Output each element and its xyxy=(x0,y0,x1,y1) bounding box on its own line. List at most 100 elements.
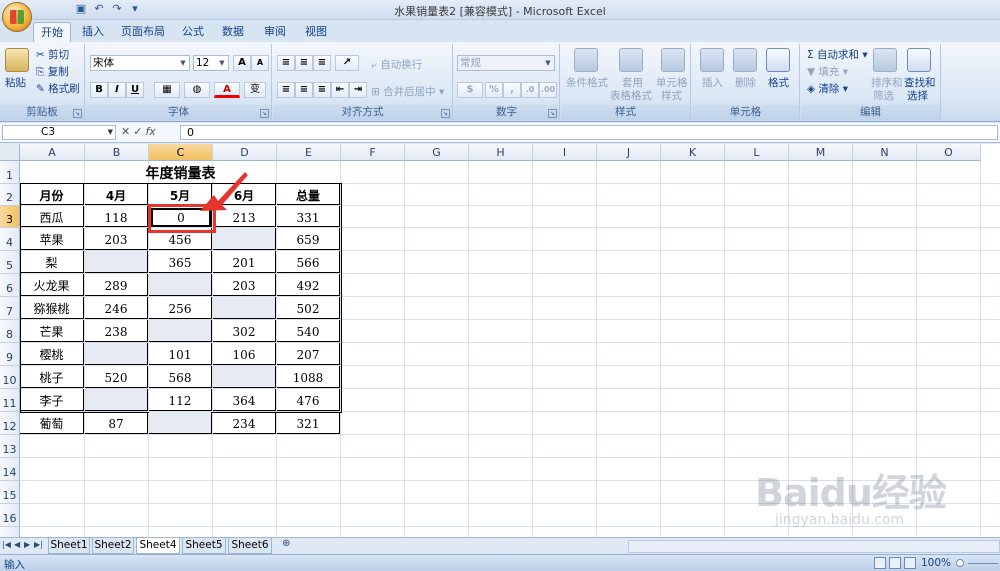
copy-button[interactable]: ⎘ 复制 xyxy=(36,64,69,79)
font-name-combo[interactable]: 宋体 ▼ xyxy=(90,55,190,71)
office-logo-icon xyxy=(10,10,24,24)
page-break-view-icon[interactable] xyxy=(904,557,916,569)
name-box[interactable]: C3 ▼ xyxy=(2,125,116,140)
align-right-icon[interactable]: ≡ xyxy=(313,82,331,98)
sheet-tab-sheet5[interactable]: Sheet5 xyxy=(182,538,226,554)
tab-page-layout[interactable]: 页面布局 xyxy=(116,22,170,42)
first-sheet-icon[interactable]: |◀ xyxy=(2,540,11,549)
currency-icon[interactable]: $ xyxy=(457,82,483,98)
find-select-label-2[interactable]: 选择 xyxy=(907,88,928,103)
merge-center-button[interactable]: ⊞ 合并后居中 ▾ xyxy=(371,84,444,99)
insert-function-icon[interactable]: fx xyxy=(145,125,155,138)
fill-button[interactable]: ▼ 填充 ▾ xyxy=(807,64,848,79)
font-name-dropdown-icon[interactable]: ▼ xyxy=(178,56,188,70)
comma-button[interactable]: , xyxy=(503,82,521,98)
zoom-out-icon[interactable] xyxy=(956,559,964,567)
align-left-icon[interactable]: ≡ xyxy=(277,82,295,98)
table-format-label-2[interactable]: 表格格式 xyxy=(610,88,652,103)
fill-label: 填充 xyxy=(818,66,840,78)
border-button[interactable]: ▦ xyxy=(154,82,180,98)
tab-view[interactable]: 视图 xyxy=(299,22,333,42)
window-title: 水果销量表2 [兼容模式] - Microsoft Excel xyxy=(394,5,606,18)
alignment-launcher-icon[interactable]: ↘ xyxy=(441,109,450,118)
cell-styles-icon[interactable] xyxy=(661,48,685,72)
conditional-format-icon[interactable] xyxy=(574,48,598,72)
new-sheet-icon[interactable]: ⊕ xyxy=(282,538,290,549)
formula-input[interactable]: 0 xyxy=(180,125,998,140)
number-format-combo[interactable]: 常规 ▼ xyxy=(457,55,555,71)
number-format-dropdown-icon[interactable]: ▼ xyxy=(543,56,553,70)
increase-decimal-icon[interactable]: .0 xyxy=(521,82,539,98)
brush-icon: ✎ xyxy=(36,83,45,95)
italic-button[interactable]: I xyxy=(108,82,126,98)
sheet-tab-sheet6[interactable]: Sheet6 xyxy=(228,538,272,554)
clear-button[interactable]: ◈ 清除 ▾ xyxy=(807,81,848,96)
format-cells-button[interactable]: 格式 xyxy=(768,75,789,90)
sort-filter-icon[interactable] xyxy=(873,48,897,72)
percent-button[interactable]: % xyxy=(485,82,503,98)
align-center-icon[interactable]: ≡ xyxy=(295,82,313,98)
page-layout-view-icon[interactable] xyxy=(889,557,901,569)
number-launcher-icon[interactable]: ↘ xyxy=(548,109,557,118)
tab-formulas[interactable]: 公式 xyxy=(176,22,210,42)
cancel-icon[interactable]: ✕ xyxy=(121,125,130,138)
shrink-font-button[interactable]: A xyxy=(251,55,269,71)
autosum-button[interactable]: Σ 自动求和 ▾ xyxy=(807,47,868,62)
zoom-level[interactable]: 100% xyxy=(921,557,951,569)
wrap-text-button[interactable]: ⤶ 自动换行 xyxy=(371,57,422,72)
enter-icon[interactable]: ✓ xyxy=(133,125,142,138)
paste-button[interactable]: 粘贴 xyxy=(5,75,26,90)
sheet-tab-sheet4[interactable]: Sheet4 xyxy=(136,538,180,554)
tab-data[interactable]: 数据 xyxy=(216,22,250,42)
paste-icon[interactable] xyxy=(5,48,29,72)
align-top-icon[interactable]: ≡ xyxy=(277,55,295,71)
sheet-tab-sheet2[interactable]: Sheet2 xyxy=(92,538,134,554)
align-bottom-icon[interactable]: ≡ xyxy=(313,55,331,71)
format-painter-button[interactable]: ✎ 格式刷 xyxy=(36,81,80,96)
font-launcher-icon[interactable]: ↘ xyxy=(260,109,269,118)
orientation-icon[interactable]: ↗ xyxy=(335,55,359,71)
normal-view-icon[interactable] xyxy=(874,557,886,569)
grow-font-button[interactable]: A xyxy=(233,55,251,71)
bold-button[interactable]: B xyxy=(90,82,108,98)
insert-cells-icon[interactable] xyxy=(700,48,724,72)
tab-insert[interactable]: 插入 xyxy=(76,22,110,42)
decrease-decimal-icon[interactable]: .00 xyxy=(539,82,557,98)
font-size-combo[interactable]: 12 ▼ xyxy=(193,55,229,71)
tab-home[interactable]: 开始 xyxy=(33,22,71,42)
baidu-watermark: Baidu经验 jingyan.baidu.com xyxy=(735,460,985,540)
delete-cells-button[interactable]: 删除 xyxy=(735,75,756,90)
format-cells-icon[interactable] xyxy=(766,48,790,72)
merge-icon: ⊞ xyxy=(371,86,380,98)
zoom-slider[interactable] xyxy=(968,563,998,564)
copy-icon: ⎘ xyxy=(36,66,45,78)
phonetic-button[interactable]: 变 xyxy=(244,82,266,98)
number-group-label: 数字 xyxy=(454,105,559,120)
cell-styles-label-2[interactable]: 样式 xyxy=(661,88,682,103)
font-color-button[interactable]: A xyxy=(214,82,240,98)
align-middle-icon[interactable]: ≡ xyxy=(295,55,313,71)
clear-label: 清除 xyxy=(818,83,840,95)
prev-sheet-icon[interactable]: ◀ xyxy=(14,540,20,549)
horizontal-scrollbar[interactable] xyxy=(628,540,1000,553)
font-size-dropdown-icon[interactable]: ▼ xyxy=(217,56,227,70)
binoculars-icon[interactable] xyxy=(907,48,931,72)
name-box-dropdown-icon[interactable]: ▼ xyxy=(108,126,113,139)
sort-filter-label-2[interactable]: 筛选 xyxy=(873,88,894,103)
last-sheet-icon[interactable]: ▶| xyxy=(34,540,43,549)
increase-indent-icon[interactable]: ⇥ xyxy=(349,82,367,98)
cut-button[interactable]: ✂ 剪切 xyxy=(36,47,69,62)
alignment-group: ≡ ≡ ≡ ↗ ⤶ 自动换行 ≡ ≡ ≡ ⇤ ⇥ ⊞ 合并后居中 ▾ 对齐方式 … xyxy=(273,44,453,120)
conditional-format-button[interactable]: 条件格式 xyxy=(566,75,608,90)
insert-cells-button[interactable]: 插入 xyxy=(702,75,723,90)
decrease-indent-icon[interactable]: ⇤ xyxy=(331,82,349,98)
next-sheet-icon[interactable]: ▶ xyxy=(24,540,30,549)
table-format-icon[interactable] xyxy=(619,48,643,72)
tab-review[interactable]: 审阅 xyxy=(258,22,292,42)
office-button[interactable] xyxy=(2,2,32,32)
clipboard-launcher-icon[interactable]: ↘ xyxy=(73,109,82,118)
sheet-tab-sheet1[interactable]: Sheet1 xyxy=(48,538,90,554)
fill-color-button[interactable]: ◍ xyxy=(184,82,210,98)
delete-cells-icon[interactable] xyxy=(733,48,757,72)
underline-button[interactable]: U xyxy=(126,82,144,98)
